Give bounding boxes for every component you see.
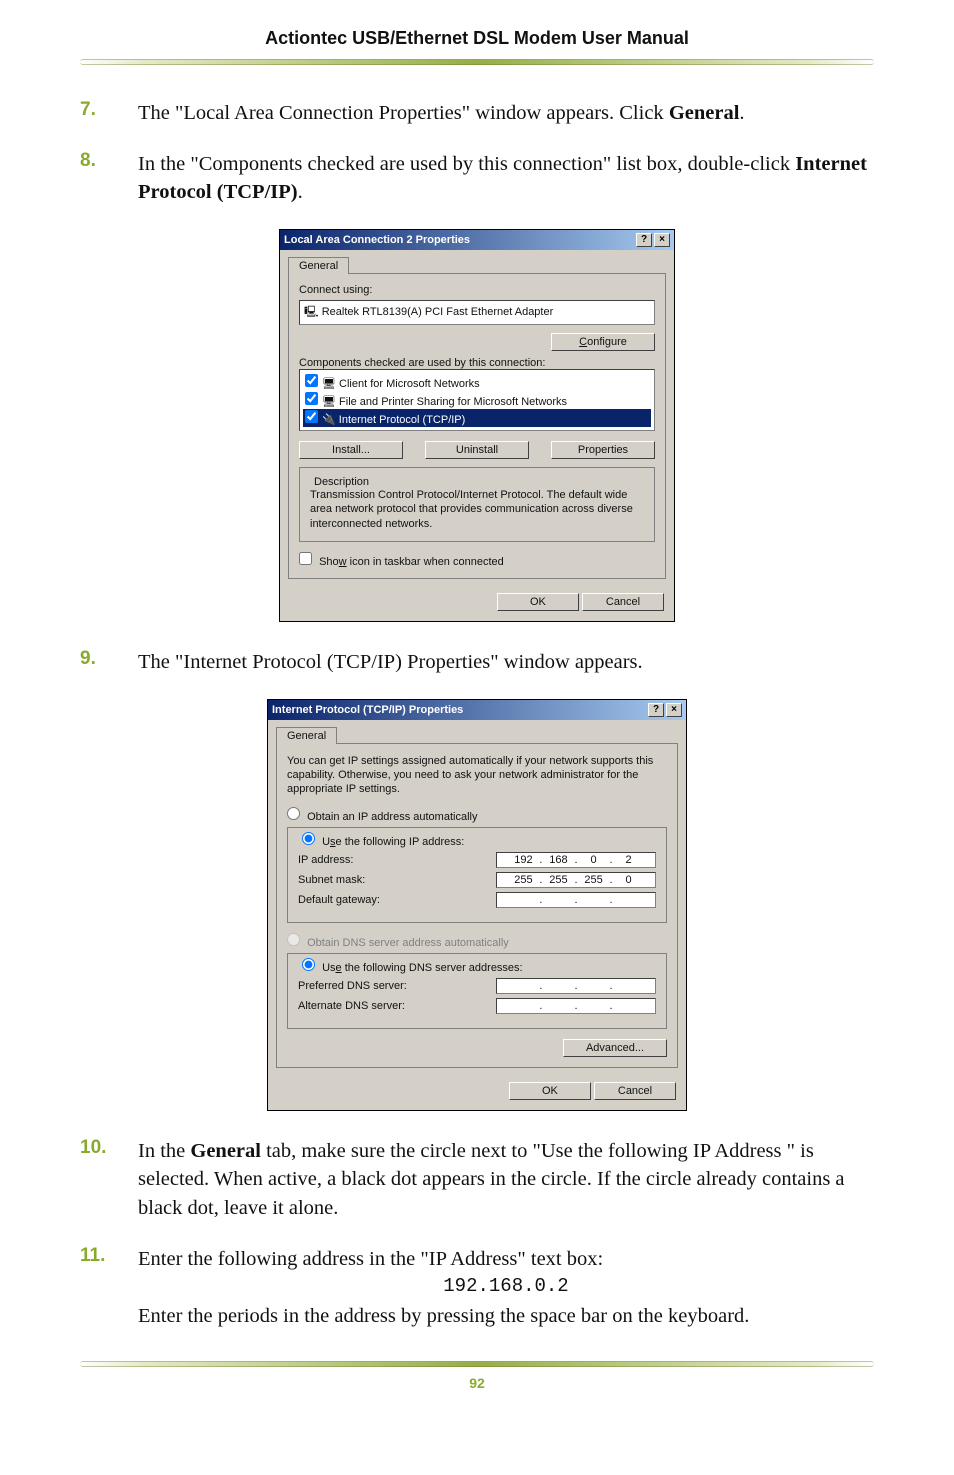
- alternate-dns-label: Alternate DNS server:: [298, 1000, 405, 1012]
- ip-octet-3[interactable]: 0: [580, 854, 608, 866]
- ip-octet-2[interactable]: 168: [544, 854, 572, 866]
- list-item[interactable]: 🖥 Client for Microsoft Networks: [303, 373, 651, 391]
- radio-auto-ip[interactable]: [287, 807, 300, 820]
- list-item[interactable]: 🖥 File and Printer Sharing for Microsoft…: [303, 391, 651, 409]
- tcpip-intro-text: You can get IP settings assigned automat…: [287, 754, 667, 797]
- step-7-text-b: .: [739, 102, 744, 124]
- description-text: Transmission Control Protocol/Internet P…: [310, 488, 644, 531]
- step-10-body: In the General tab, make sure the circle…: [138, 1137, 874, 1223]
- mask-octet-4[interactable]: 0: [615, 874, 643, 886]
- cancel-button-2[interactable]: Cancel: [594, 1082, 676, 1100]
- close-icon[interactable]: ×: [666, 703, 682, 717]
- connect-using-label: Connect using:: [299, 284, 655, 296]
- step-7-text-a: The "Local Area Connection Properties" w…: [138, 102, 669, 124]
- install-button[interactable]: Install...: [299, 441, 403, 459]
- tcpip-properties-dialog: Internet Protocol (TCP/IP) Properties ? …: [267, 699, 687, 1111]
- step-8-text-a: In the "Components checked are used by t…: [138, 153, 795, 175]
- tab-general-2[interactable]: General: [276, 727, 337, 744]
- radio-static-ip[interactable]: [302, 832, 315, 845]
- item-fileprint: File and Printer Sharing for Microsoft N…: [339, 396, 567, 408]
- ip-literal: 192.168.0.2: [443, 1275, 568, 1297]
- static-dns-label: Use the following DNS server addresses:: [322, 962, 523, 974]
- ip-address-label: IP address:: [298, 854, 353, 866]
- subnet-mask-label: Subnet mask:: [298, 874, 365, 886]
- dialog2-title: Internet Protocol (TCP/IP) Properties: [272, 704, 463, 716]
- header-divider: [80, 59, 874, 65]
- tab-general[interactable]: General: [288, 257, 349, 274]
- ok-button-2[interactable]: OK: [509, 1082, 591, 1100]
- configure-button[interactable]: Configure: [551, 333, 655, 351]
- ip-octet-4[interactable]: 2: [615, 854, 643, 866]
- show-icon-label: Show icon in taskbar when connected: [319, 556, 504, 568]
- page-header: Actiontec USB/Ethernet DSL Modem User Ma…: [80, 20, 874, 59]
- mask-octet-2[interactable]: 255: [544, 874, 572, 886]
- alternate-dns-input[interactable]: . . .: [496, 998, 656, 1014]
- dialog-title-bar: Local Area Connection 2 Properties ? ×: [280, 230, 674, 250]
- adapter-field: 🖳 Realtek RTL8139(A) PCI Fast Ethernet A…: [299, 300, 655, 325]
- dialog2-title-bar: Internet Protocol (TCP/IP) Properties ? …: [268, 700, 686, 720]
- preferred-dns-input[interactable]: . . .: [496, 978, 656, 994]
- mask-octet-3[interactable]: 255: [580, 874, 608, 886]
- mask-octet-1[interactable]: 255: [509, 874, 537, 886]
- checkbox-client[interactable]: [305, 374, 318, 387]
- properties-button[interactable]: Properties: [551, 441, 655, 459]
- close-icon[interactable]: ×: [654, 233, 670, 247]
- step-11-body: Enter the following address in the "IP A…: [138, 1245, 874, 1331]
- step-7-body: The "Local Area Connection Properties" w…: [138, 99, 874, 128]
- dialog-title: Local Area Connection 2 Properties: [284, 234, 470, 246]
- checkbox-fileprint[interactable]: [305, 392, 318, 405]
- ok-button[interactable]: OK: [497, 593, 579, 611]
- default-gateway-input[interactable]: . . .: [496, 892, 656, 908]
- step-number-11: 11.: [80, 1245, 116, 1331]
- step-8-text-b: .: [298, 181, 303, 203]
- adapter-name: Realtek RTL8139(A) PCI Fast Ethernet Ada…: [322, 306, 554, 318]
- auto-dns-label: Obtain DNS server address automatically: [307, 937, 509, 949]
- step-10-bold: General: [190, 1140, 261, 1162]
- item-tcpip: Internet Protocol (TCP/IP): [339, 414, 466, 426]
- step-number-9: 9.: [80, 648, 116, 677]
- description-label: Description: [310, 476, 373, 488]
- checkbox-tcpip[interactable]: [305, 410, 318, 423]
- ip-octet-1[interactable]: 192: [509, 854, 537, 866]
- uninstall-button[interactable]: Uninstall: [425, 441, 529, 459]
- subnet-mask-input[interactable]: 255. 255. 255. 0: [496, 872, 656, 888]
- step-11-line2: Enter the periods in the address by pres…: [138, 1302, 874, 1331]
- footer-divider: [80, 1361, 874, 1367]
- static-ip-label: Use the following IP address:: [322, 836, 464, 848]
- auto-ip-label: Obtain an IP address automatically: [307, 811, 477, 823]
- radio-auto-dns: [287, 933, 300, 946]
- show-icon-checkbox[interactable]: [299, 552, 312, 565]
- step-number-10: 10.: [80, 1137, 116, 1223]
- step-7-bold: General: [669, 102, 740, 124]
- list-item-selected[interactable]: 🔌 Internet Protocol (TCP/IP): [303, 409, 651, 427]
- radio-static-dns[interactable]: [302, 958, 315, 971]
- item-client: Client for Microsoft Networks: [339, 378, 480, 390]
- help-icon[interactable]: ?: [648, 703, 664, 717]
- cancel-button[interactable]: Cancel: [582, 593, 664, 611]
- ip-address-input[interactable]: 192. 168. 0. 2: [496, 852, 656, 868]
- step-10-text-a: In the: [138, 1140, 190, 1162]
- step-8-body: In the "Components checked are used by t…: [138, 150, 874, 207]
- preferred-dns-label: Preferred DNS server:: [298, 980, 407, 992]
- step-number-7: 7.: [80, 99, 116, 128]
- advanced-button[interactable]: Advanced...: [563, 1039, 667, 1057]
- step-number-8: 8.: [80, 150, 116, 207]
- step-11-line1: Enter the following address in the "IP A…: [138, 1245, 874, 1274]
- help-icon[interactable]: ?: [636, 233, 652, 247]
- step-9-body: The "Internet Protocol (TCP/IP) Properti…: [138, 648, 874, 677]
- lan-properties-dialog: Local Area Connection 2 Properties ? × G…: [279, 229, 675, 622]
- components-listbox[interactable]: 🖥 Client for Microsoft Networks 🖥 File a…: [299, 369, 655, 431]
- components-label: Components checked are used by this conn…: [299, 357, 655, 369]
- default-gateway-label: Default gateway:: [298, 894, 380, 906]
- page-number: 92: [80, 1375, 874, 1391]
